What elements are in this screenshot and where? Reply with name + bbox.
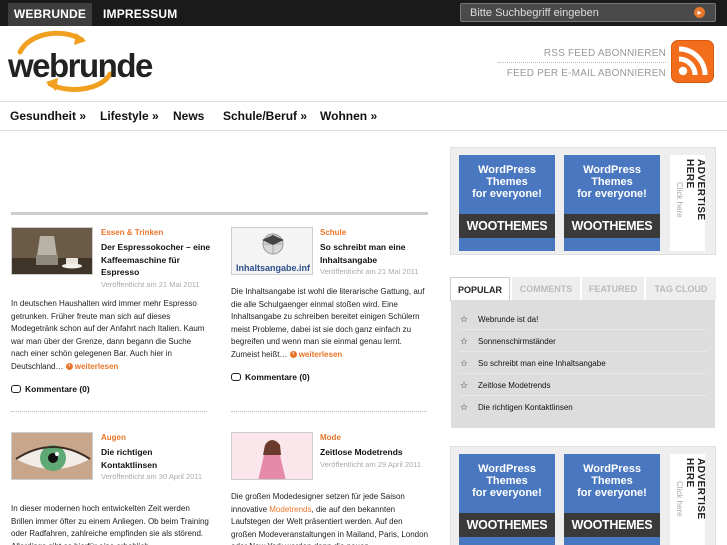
post-category[interactable]: Essen & Trinken — [101, 228, 163, 237]
star-icon: ☆ — [460, 402, 469, 412]
post-excerpt: In deutschen Haushalten wird immer mehr … — [11, 298, 209, 373]
post-divider — [231, 411, 427, 412]
list-divider — [459, 373, 707, 374]
page: WEBRUNDE IMPRESSUM ▸ webrunde RSS FEED A… — [0, 0, 727, 545]
comment-icon — [231, 372, 241, 381]
comments-link[interactable]: Kommentare (0) — [11, 384, 90, 394]
popular-item[interactable]: ☆ Zeitlose Modetrends — [460, 380, 550, 391]
popular-item[interactable]: ☆ Die richtigen Kontaktlinsen — [460, 402, 573, 413]
post-title[interactable]: Der Espressokocher – eine Kaffeemaschine… — [101, 241, 211, 279]
post-thumbnail-inhaltsangabe[interactable]: Inhaltsangabe.inf — [231, 227, 313, 275]
star-icon: ☆ — [460, 314, 469, 324]
top-bar: WEBRUNDE IMPRESSUM ▸ — [0, 0, 727, 26]
feed-divider — [498, 62, 666, 63]
modetrends-link[interactable]: Modetrends — [269, 505, 311, 514]
ad-banner[interactable]: WordPress Themes for everyone! WOOTHEMES — [564, 155, 660, 251]
nav-divider-top — [0, 101, 727, 102]
star-icon: ☆ — [460, 358, 469, 368]
read-more-label: weiterlesen — [74, 361, 119, 371]
site-logo[interactable]: webrunde — [6, 30, 153, 92]
woothemes-logo: WOOTHEMES — [459, 214, 555, 238]
post-excerpt: Die großen Modedesigner setzen für jede … — [231, 491, 429, 545]
thumb-caption: Inhaltsangabe.inf — [236, 263, 311, 273]
post-thumbnail-mode[interactable] — [231, 432, 313, 480]
tab-featured[interactable]: FEATURED — [582, 277, 644, 301]
tab-comments[interactable]: COMMENTS — [512, 277, 580, 301]
ad-text: WordPress Themes for everyone! — [472, 463, 542, 499]
popular-item[interactable]: ☆ Sonnenschirmständer — [460, 336, 556, 347]
logo-text: webrunde — [8, 47, 153, 84]
post-excerpt-text: In deutschen Haushalten wird immer mehr … — [11, 299, 205, 371]
woothemes-logo: WOOTHEMES — [459, 513, 555, 537]
nav-item-wohnen[interactable]: Wohnen » — [320, 109, 377, 123]
popular-item[interactable]: ☆ So schreibt man eine Inhaltsangabe — [460, 358, 606, 369]
ad-banner[interactable]: WordPress Themes for everyone! WOOTHEMES — [459, 155, 555, 251]
advertise-here[interactable]: ADVERTISE HERE Click here — [670, 454, 706, 545]
post-date: Veröffentlicht am 29 April 2011 — [320, 460, 422, 469]
post-date: Veröffentlicht am 21 Mai 2011 — [101, 280, 200, 289]
post-divider — [11, 411, 207, 412]
read-more-label: weiterlesen — [298, 349, 343, 359]
popular-item[interactable]: ☆ Webrunde ist da! — [460, 314, 538, 325]
post-date: Veröffentlicht am 21 Mai 2011 — [320, 267, 419, 276]
nav-item-gesundheit[interactable]: Gesundheit » — [10, 109, 86, 123]
read-more-link[interactable]: › weiterlesen — [289, 349, 343, 359]
search-input[interactable] — [461, 4, 691, 21]
tab-tag-cloud[interactable]: TAG CLOUD — [646, 277, 716, 301]
post-excerpt: Die Inhaltsangabe ist wohl die literaris… — [231, 286, 429, 361]
comments-link[interactable]: Kommentare (0) — [231, 372, 310, 382]
post-date: Veröffentlicht am 30 April 2011 — [101, 472, 203, 481]
top-tab-webrunde[interactable]: WEBRUNDE — [8, 3, 92, 26]
top-tab-impressum[interactable]: IMPRESSUM — [103, 3, 177, 26]
post-category[interactable]: Schule — [320, 228, 346, 237]
read-more-link[interactable]: › weiterlesen — [65, 361, 119, 371]
advertise-here[interactable]: ADVERTISE HERE Click here — [670, 155, 706, 251]
list-divider — [459, 395, 707, 396]
nav-item-lifestyle[interactable]: Lifestyle » — [100, 109, 159, 123]
search-go-icon[interactable]: ▸ — [694, 7, 705, 18]
nav-divider-bottom — [0, 130, 727, 131]
star-icon: ☆ — [460, 336, 469, 346]
post-title[interactable]: Zeitlose Modetrends — [320, 446, 420, 459]
list-divider — [459, 351, 707, 352]
advertise-click-here: Click here — [675, 481, 684, 517]
advertise-label: ADVERTISE HERE — [684, 458, 706, 520]
popular-list: ☆ Webrunde ist da! ☆ Sonnenschirmständer ☆… — [451, 300, 715, 428]
ad-text: WordPress Themes for everyone! — [577, 463, 647, 499]
ad-box: WordPress Themes for everyone! WOOTHEMES W… — [450, 446, 716, 545]
post-excerpt: In dieser modernen hoch entwickelten Zei… — [11, 504, 209, 545]
advertise-label: ADVERTISE HERE — [684, 159, 706, 221]
search-box: ▸ — [460, 3, 716, 22]
ad-banner[interactable]: WordPress Themes for everyone! WOOTHEMES — [564, 454, 660, 545]
comment-icon — [11, 384, 21, 393]
arrow-right-icon: › — [65, 362, 73, 370]
star-icon: ☆ — [460, 380, 469, 390]
rss-icon[interactable] — [671, 40, 714, 83]
ad-banner[interactable]: WordPress Themes for everyone! WOOTHEMES — [459, 454, 555, 545]
rss-feed-link[interactable]: RSS FEED ABONNIEREN — [544, 48, 666, 59]
sidebar-tabs: POPULAR COMMENTS FEATURED TAG CLOUD — [450, 277, 716, 301]
comments-label: Kommentare (0) — [245, 372, 310, 382]
post-category[interactable]: Augen — [101, 433, 126, 442]
content-rule — [11, 212, 428, 215]
post-category[interactable]: Mode — [320, 433, 341, 442]
tab-popular[interactable]: POPULAR — [450, 277, 510, 301]
ad-text: WordPress Themes for everyone! — [577, 164, 647, 200]
nav-item-schule-beruf[interactable]: Schule/Beruf » — [223, 109, 307, 123]
list-divider — [459, 329, 707, 330]
woothemes-logo: WOOTHEMES — [564, 214, 660, 238]
advertise-click-here: Click here — [675, 182, 684, 218]
post-excerpt-text: Die Inhaltsangabe ist wohl die literaris… — [231, 287, 425, 359]
ad-box: WordPress Themes for everyone! WOOTHEMES W… — [450, 147, 716, 255]
post-title[interactable]: So schreibt man eine Inhaltsangabe — [320, 241, 420, 266]
email-feed-link[interactable]: FEED PER E-MAIL ABONNIEREN — [507, 68, 666, 79]
arrow-right-icon: › — [289, 350, 297, 358]
woothemes-logo: WOOTHEMES — [564, 513, 660, 537]
comments-label: Kommentare (0) — [25, 384, 90, 394]
ad-text: WordPress Themes for everyone! — [472, 164, 542, 200]
post-thumbnail-espresso[interactable] — [11, 227, 93, 275]
post-title[interactable]: Die richtigen Kontaktlinsen — [101, 446, 201, 471]
nav-item-news[interactable]: News — [173, 109, 204, 123]
